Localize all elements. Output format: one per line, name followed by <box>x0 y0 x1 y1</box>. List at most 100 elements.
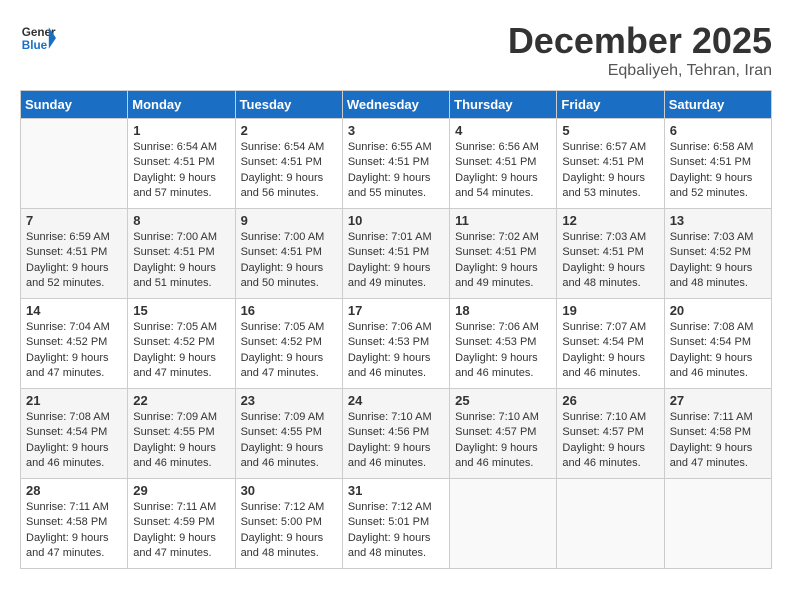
calendar-cell: 30 Sunrise: 7:12 AMSunset: 5:00 PMDaylig… <box>235 479 342 569</box>
day-info: Sunrise: 7:01 AMSunset: 4:51 PMDaylight:… <box>348 230 444 292</box>
day-of-week-sunday: Sunday <box>21 91 128 119</box>
calendar-cell: 10 Sunrise: 7:01 AMSunset: 4:51 PMDaylig… <box>342 209 449 299</box>
logo-icon: General Blue <box>20 20 56 56</box>
day-of-week-saturday: Saturday <box>664 91 771 119</box>
day-of-week-thursday: Thursday <box>450 91 557 119</box>
day-info: Sunrise: 7:11 AMSunset: 4:58 PMDaylight:… <box>26 500 122 562</box>
calendar-cell: 8 Sunrise: 7:00 AMSunset: 4:51 PMDayligh… <box>128 209 235 299</box>
day-number: 27 <box>670 393 766 408</box>
title-block: December 2025 Eqbaliyeh, Tehran, Iran <box>508 20 772 80</box>
day-number: 21 <box>26 393 122 408</box>
calendar-cell: 3 Sunrise: 6:55 AMSunset: 4:51 PMDayligh… <box>342 119 449 209</box>
day-number: 31 <box>348 483 444 498</box>
day-of-week-friday: Friday <box>557 91 664 119</box>
day-of-week-tuesday: Tuesday <box>235 91 342 119</box>
calendar-cell: 15 Sunrise: 7:05 AMSunset: 4:52 PMDaylig… <box>128 299 235 389</box>
day-number: 17 <box>348 303 444 318</box>
calendar-cell: 21 Sunrise: 7:08 AMSunset: 4:54 PMDaylig… <box>21 389 128 479</box>
calendar-cell: 27 Sunrise: 7:11 AMSunset: 4:58 PMDaylig… <box>664 389 771 479</box>
day-number: 4 <box>455 123 551 138</box>
calendar-cell: 17 Sunrise: 7:06 AMSunset: 4:53 PMDaylig… <box>342 299 449 389</box>
day-info: Sunrise: 7:10 AMSunset: 4:56 PMDaylight:… <box>348 410 444 472</box>
day-number: 29 <box>133 483 229 498</box>
calendar-cell: 31 Sunrise: 7:12 AMSunset: 5:01 PMDaylig… <box>342 479 449 569</box>
calendar-cell: 6 Sunrise: 6:58 AMSunset: 4:51 PMDayligh… <box>664 119 771 209</box>
calendar-header-row: SundayMondayTuesdayWednesdayThursdayFrid… <box>21 91 772 119</box>
day-number: 11 <box>455 213 551 228</box>
logo: General Blue <box>20 20 56 56</box>
day-info: Sunrise: 7:08 AMSunset: 4:54 PMDaylight:… <box>26 410 122 472</box>
svg-text:Blue: Blue <box>22 39 48 52</box>
day-number: 5 <box>562 123 658 138</box>
calendar-cell: 26 Sunrise: 7:10 AMSunset: 4:57 PMDaylig… <box>557 389 664 479</box>
day-number: 16 <box>241 303 337 318</box>
day-number: 28 <box>26 483 122 498</box>
day-info: Sunrise: 7:06 AMSunset: 4:53 PMDaylight:… <box>455 320 551 382</box>
day-number: 7 <box>26 213 122 228</box>
day-number: 3 <box>348 123 444 138</box>
day-number: 23 <box>241 393 337 408</box>
calendar-cell: 11 Sunrise: 7:02 AMSunset: 4:51 PMDaylig… <box>450 209 557 299</box>
day-info: Sunrise: 7:07 AMSunset: 4:54 PMDaylight:… <box>562 320 658 382</box>
day-info: Sunrise: 7:04 AMSunset: 4:52 PMDaylight:… <box>26 320 122 382</box>
calendar-cell: 12 Sunrise: 7:03 AMSunset: 4:51 PMDaylig… <box>557 209 664 299</box>
day-number: 20 <box>670 303 766 318</box>
day-number: 22 <box>133 393 229 408</box>
calendar-cell: 29 Sunrise: 7:11 AMSunset: 4:59 PMDaylig… <box>128 479 235 569</box>
day-info: Sunrise: 7:03 AMSunset: 4:51 PMDaylight:… <box>562 230 658 292</box>
day-number: 14 <box>26 303 122 318</box>
day-info: Sunrise: 7:12 AMSunset: 5:00 PMDaylight:… <box>241 500 337 562</box>
calendar-cell: 2 Sunrise: 6:54 AMSunset: 4:51 PMDayligh… <box>235 119 342 209</box>
day-info: Sunrise: 6:57 AMSunset: 4:51 PMDaylight:… <box>562 140 658 202</box>
day-of-week-wednesday: Wednesday <box>342 91 449 119</box>
day-info: Sunrise: 7:11 AMSunset: 4:59 PMDaylight:… <box>133 500 229 562</box>
day-info: Sunrise: 6:58 AMSunset: 4:51 PMDaylight:… <box>670 140 766 202</box>
day-number: 26 <box>562 393 658 408</box>
calendar-cell <box>450 479 557 569</box>
calendar-cell <box>664 479 771 569</box>
calendar-cell <box>21 119 128 209</box>
location-subtitle: Eqbaliyeh, Tehran, Iran <box>508 62 772 80</box>
calendar-week-4: 21 Sunrise: 7:08 AMSunset: 4:54 PMDaylig… <box>21 389 772 479</box>
day-number: 24 <box>348 393 444 408</box>
calendar-cell: 25 Sunrise: 7:10 AMSunset: 4:57 PMDaylig… <box>450 389 557 479</box>
day-of-week-monday: Monday <box>128 91 235 119</box>
calendar-cell: 7 Sunrise: 6:59 AMSunset: 4:51 PMDayligh… <box>21 209 128 299</box>
day-info: Sunrise: 6:59 AMSunset: 4:51 PMDaylight:… <box>26 230 122 292</box>
day-number: 15 <box>133 303 229 318</box>
calendar-cell: 22 Sunrise: 7:09 AMSunset: 4:55 PMDaylig… <box>128 389 235 479</box>
calendar-cell: 20 Sunrise: 7:08 AMSunset: 4:54 PMDaylig… <box>664 299 771 389</box>
day-number: 18 <box>455 303 551 318</box>
day-number: 25 <box>455 393 551 408</box>
day-info: Sunrise: 7:03 AMSunset: 4:52 PMDaylight:… <box>670 230 766 292</box>
day-number: 10 <box>348 213 444 228</box>
day-info: Sunrise: 7:12 AMSunset: 5:01 PMDaylight:… <box>348 500 444 562</box>
calendar-cell: 13 Sunrise: 7:03 AMSunset: 4:52 PMDaylig… <box>664 209 771 299</box>
day-info: Sunrise: 7:05 AMSunset: 4:52 PMDaylight:… <box>133 320 229 382</box>
calendar-week-3: 14 Sunrise: 7:04 AMSunset: 4:52 PMDaylig… <box>21 299 772 389</box>
calendar-cell: 18 Sunrise: 7:06 AMSunset: 4:53 PMDaylig… <box>450 299 557 389</box>
day-number: 30 <box>241 483 337 498</box>
day-number: 8 <box>133 213 229 228</box>
day-number: 19 <box>562 303 658 318</box>
calendar-cell: 16 Sunrise: 7:05 AMSunset: 4:52 PMDaylig… <box>235 299 342 389</box>
calendar-cell: 24 Sunrise: 7:10 AMSunset: 4:56 PMDaylig… <box>342 389 449 479</box>
page-header: General Blue December 2025 Eqbaliyeh, Te… <box>20 20 772 80</box>
day-number: 1 <box>133 123 229 138</box>
calendar-cell: 5 Sunrise: 6:57 AMSunset: 4:51 PMDayligh… <box>557 119 664 209</box>
calendar-cell: 14 Sunrise: 7:04 AMSunset: 4:52 PMDaylig… <box>21 299 128 389</box>
day-info: Sunrise: 7:10 AMSunset: 4:57 PMDaylight:… <box>562 410 658 472</box>
calendar-week-1: 1 Sunrise: 6:54 AMSunset: 4:51 PMDayligh… <box>21 119 772 209</box>
day-info: Sunrise: 7:08 AMSunset: 4:54 PMDaylight:… <box>670 320 766 382</box>
day-info: Sunrise: 7:09 AMSunset: 4:55 PMDaylight:… <box>133 410 229 472</box>
day-info: Sunrise: 6:55 AMSunset: 4:51 PMDaylight:… <box>348 140 444 202</box>
day-info: Sunrise: 7:05 AMSunset: 4:52 PMDaylight:… <box>241 320 337 382</box>
calendar-cell: 23 Sunrise: 7:09 AMSunset: 4:55 PMDaylig… <box>235 389 342 479</box>
calendar-cell: 28 Sunrise: 7:11 AMSunset: 4:58 PMDaylig… <box>21 479 128 569</box>
day-info: Sunrise: 7:06 AMSunset: 4:53 PMDaylight:… <box>348 320 444 382</box>
day-info: Sunrise: 7:11 AMSunset: 4:58 PMDaylight:… <box>670 410 766 472</box>
day-info: Sunrise: 6:54 AMSunset: 4:51 PMDaylight:… <box>133 140 229 202</box>
calendar-cell <box>557 479 664 569</box>
day-number: 6 <box>670 123 766 138</box>
calendar-cell: 1 Sunrise: 6:54 AMSunset: 4:51 PMDayligh… <box>128 119 235 209</box>
